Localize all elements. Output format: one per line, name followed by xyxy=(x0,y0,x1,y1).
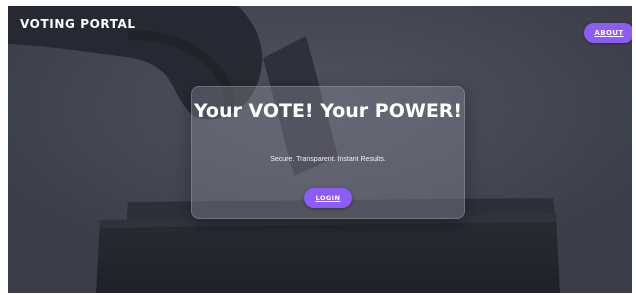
page: VOTING PORTAL ABOUT Your VOTE! Your POWE… xyxy=(8,6,632,293)
login-button[interactable]: LOGIN xyxy=(304,188,352,208)
hero-title: Your VOTE! Your POWER! xyxy=(193,100,463,122)
about-button[interactable]: ABOUT xyxy=(584,23,632,43)
brand-title: VOTING PORTAL xyxy=(20,17,136,31)
hero-card: Your VOTE! Your POWER! Secure. Transpare… xyxy=(191,86,465,219)
hero-subtitle: Secure. Transparent. Instant Results. xyxy=(270,156,386,163)
